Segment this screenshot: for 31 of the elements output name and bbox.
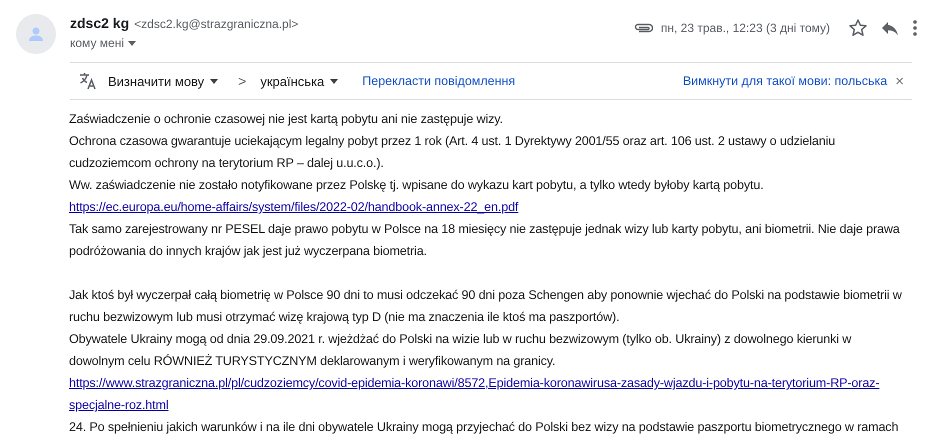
message-line: Zaświadczenie o ochronie czasowej nie jest kartą pobytu ani nie zastępuje wizy. (69, 111, 504, 128)
recipient-dropdown[interactable]: кому мені (70, 36, 136, 50)
caret-icon (210, 78, 218, 84)
sender-name: zdsc2 kg (70, 15, 130, 31)
message-link[interactable]: https://www.strazgraniczna.pl/pl/cudzoziemcy/covid-epidemia-koronawi/8572,Epidemia-koronawirusa-zasady-wjazdu-i-pobytu-na-terytorium-RP-oraz- (69, 372, 880, 394)
message-line: Ww. zaświadczenie nie zostało notyfikowane przez Polskę tj. wpisane do wykazu kart pobytu, a tylko wtedy byłoby kartą pobytu. (69, 177, 765, 194)
message-line: Ochrona czasowa gwarantuje uciekającym legalny pobyt przez 1 rok (Art. 4 ust. 1 Dyrektywy 2001/55 oraz art. 106 ust. 2 ustawy o udzielaniu (69, 133, 836, 150)
message-link[interactable]: https://ec.europa.eu/home-affairs/system/files/2022-02/handbook-annex-22_en.pdf (69, 196, 518, 218)
target-language-dropdown[interactable]: українська (260, 74, 338, 88)
message-line: dowolnym celu RÓWNIEŻ TURYSTYCZNYM deklarowanym i weryfikowanym na granicy. (69, 353, 556, 370)
message-line: Obywatele Ukrainy mogą od dnia 29.09.2021 r. wjeżdżać do Polski na wizie lub w ruchu bezwizowym (tylko ob. Ukrainy) z dowolnego kierunki w (69, 331, 852, 348)
disable-translation-link[interactable]: Вимкнути для такої мови: польська (682, 74, 888, 88)
message-line: cudzoziemcom ochrony na terytorium RP – dalej u.u.c.o.). (69, 155, 385, 172)
close-button[interactable]: × (895, 72, 904, 90)
more-icon[interactable] (910, 17, 920, 39)
paperclip-icon (632, 23, 653, 33)
translate-link[interactable]: Перекласти повідомлення (362, 74, 516, 88)
message-link[interactable]: specjalne-roz.html (69, 394, 168, 416)
source-language-dropdown[interactable]: Визначити мову (108, 74, 218, 88)
message-line: ruchu bezwizowym lub musi otrzymać wizę krajową typ D (nie ma znaczenia ile ktoś ma paszportów). (69, 309, 620, 326)
chevron-separator: > (238, 73, 246, 89)
sender-email: <zdsc2.kg@strazgraniczna.pl> (134, 17, 298, 31)
caret-icon (128, 40, 136, 46)
message-date: пн, 23 трав., 12:23 (3 дні тому) (660, 21, 830, 35)
caret-icon (330, 78, 338, 84)
translate-icon (78, 71, 98, 91)
message-line: podróżowania do innych krajów jak jest już wyczerpana biometria. (69, 243, 428, 260)
avatar-icon (16, 14, 56, 54)
message-line: 24. Po spełnieniu jakich warunków i na ile dni obywatele Ukrainy mogą przyjechać do Polski bez wizy na podstawie paszportu biometrycznego w ramach (69, 419, 900, 434)
message-line: Jak ktoś był wyczerpał całą biometrię w Polsce 90 dni to musi odczekać 90 dni poza Schengen aby ponownie wjechać do Polski na podstawie biometrii w (69, 287, 903, 304)
message-line: Tak samo zarejestrowany nr PESEL daje prawo pobytu w Polsce na 18 miesięcy nie zastępuje jednak wizy lub karty pobytu, ani biometrii. Nie daje prawa (69, 221, 901, 238)
